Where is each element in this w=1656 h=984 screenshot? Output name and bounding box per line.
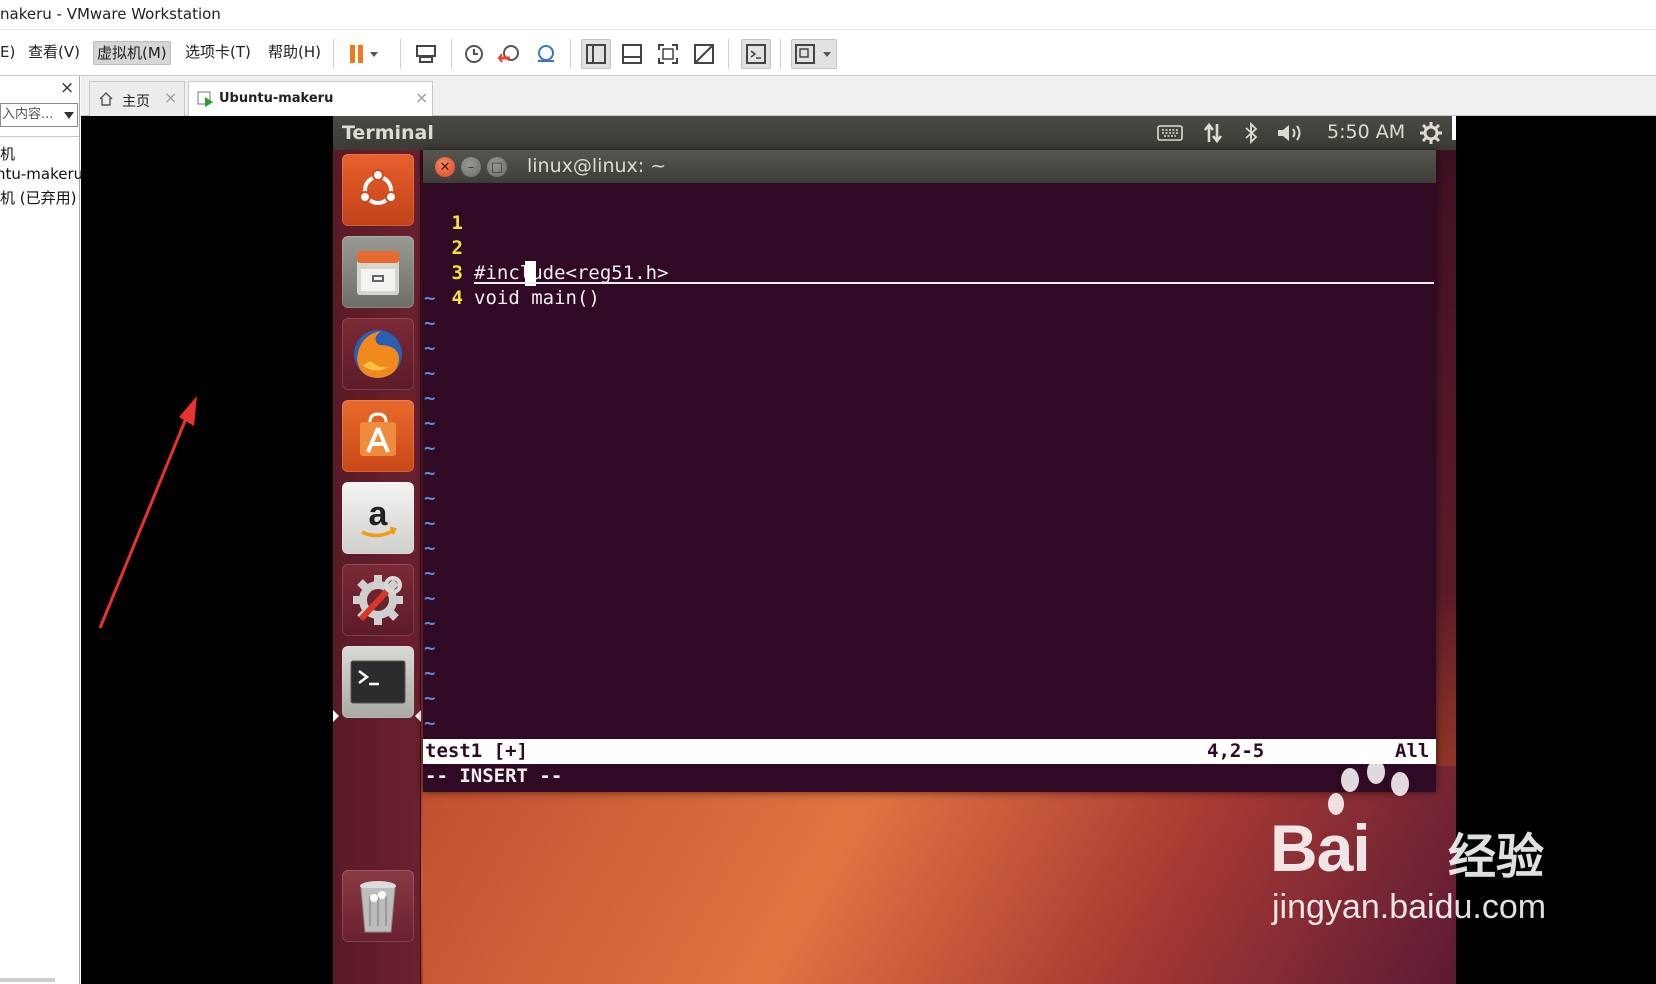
close-icon[interactable]: × bbox=[60, 78, 74, 98]
tilde-marker: ~ bbox=[424, 362, 436, 384]
tilde-marker: ~ bbox=[424, 487, 436, 509]
toolbar-separator bbox=[333, 39, 334, 69]
tab-ubuntu-label: Ubuntu-makeru bbox=[219, 91, 334, 106]
tilde-marker: ~ bbox=[424, 587, 436, 609]
bluetooth-icon[interactable] bbox=[1240, 121, 1262, 145]
tilde-marker: ~ bbox=[424, 287, 436, 309]
watermark-brand: Bai bbox=[1270, 811, 1371, 885]
show-library-icon[interactable] bbox=[581, 39, 611, 69]
tilde-marker: ~ bbox=[424, 537, 436, 559]
status-filename: test1 [+] bbox=[425, 740, 528, 762]
launcher-focused-indicator bbox=[415, 710, 421, 722]
library-item-my-computer[interactable]: 机 bbox=[0, 143, 15, 164]
menu-vm[interactable]: 虚拟机(M) bbox=[93, 41, 171, 65]
watermark-url: jingyan.baidu.com bbox=[1272, 888, 1547, 926]
pause-icon[interactable] bbox=[340, 39, 384, 69]
unity-icon[interactable] bbox=[689, 39, 719, 69]
status-cursor-position: 4,2-5 bbox=[1207, 740, 1265, 762]
minimize-window-button[interactable]: – bbox=[461, 157, 481, 177]
tilde-marker: ~ bbox=[424, 337, 436, 359]
window-titlebar: nakeru - VMware Workstation bbox=[0, 0, 1656, 30]
vm-running-icon bbox=[197, 91, 215, 113]
vim-mode-indicator: -- INSERT -- bbox=[425, 765, 563, 787]
toolbar-separator bbox=[570, 39, 571, 69]
console-edge-marker bbox=[1452, 116, 1456, 140]
maximize-window-button[interactable]: □ bbox=[487, 157, 507, 177]
toolbar-separator bbox=[780, 39, 781, 69]
menu-help[interactable]: 帮助(H) bbox=[265, 41, 324, 65]
unity-top-panel: Terminal 5:50 AM bbox=[333, 116, 1456, 150]
tilde-marker: ~ bbox=[424, 437, 436, 459]
network-icon[interactable] bbox=[1200, 121, 1226, 145]
library-panel: × 入内容... 机 ntu-makeru 机 (已弃用) bbox=[0, 76, 83, 984]
window-title: nakeru - VMware Workstation bbox=[0, 5, 221, 23]
tilde-marker: ~ bbox=[424, 562, 436, 584]
terminal-window[interactable]: ✕ – □ linux@linux: ~ 1 2 #include<reg51.… bbox=[423, 150, 1436, 792]
library-search-input[interactable]: 入内容... bbox=[0, 103, 78, 127]
chevron-down-icon[interactable] bbox=[64, 112, 74, 119]
library-search-placeholder: 入内容... bbox=[2, 107, 54, 122]
send-ctrl-alt-del-icon[interactable] bbox=[411, 39, 441, 69]
status-scroll-position: All bbox=[1395, 740, 1430, 762]
vim-statusline: test1 [+] 4,2-5 All bbox=[423, 739, 1436, 764]
baidu-watermark: Bai 经验 jingyan.baidu.com bbox=[1180, 762, 1546, 982]
terminal-titlebar[interactable]: ✕ – □ linux@linux: ~ bbox=[423, 150, 1436, 183]
tilde-marker: ~ bbox=[424, 687, 436, 709]
tilde-marker: ~ bbox=[424, 387, 436, 409]
annotation-arrow bbox=[98, 396, 197, 629]
session-gear-icon[interactable] bbox=[1418, 121, 1444, 145]
console-view-icon[interactable] bbox=[741, 39, 771, 69]
line-number: 4 bbox=[451, 287, 463, 309]
home-icon bbox=[98, 91, 114, 111]
menubar: E) 查看(V) 虚拟机(M) 选项卡(T) 帮助(H) bbox=[0, 30, 1656, 76]
toolbar-separator bbox=[451, 39, 452, 69]
keyboard-icon[interactable] bbox=[1155, 121, 1185, 145]
tilde-marker: ~ bbox=[424, 612, 436, 634]
tilde-marker: ~ bbox=[424, 662, 436, 684]
tab-ubuntu-makeru[interactable]: Ubuntu-makeru × bbox=[188, 81, 433, 117]
stretch-guest-icon[interactable] bbox=[791, 39, 837, 69]
snapshot-revert-icon[interactable] bbox=[495, 39, 525, 69]
terminal-title: linux@linux: ~ bbox=[527, 155, 667, 177]
menu-edit[interactable]: E) bbox=[0, 41, 18, 65]
library-item-ubuntu-makeru[interactable]: ntu-makeru bbox=[0, 165, 83, 183]
tab-home[interactable]: 主页 × bbox=[89, 81, 185, 116]
cursorline-underline bbox=[474, 282, 1434, 284]
tilde-marker: ~ bbox=[424, 312, 436, 334]
tilde-marker: ~ bbox=[424, 712, 436, 734]
vim-editor[interactable]: 1 2 #include<reg51.h> 3 void main() 4 ~ … bbox=[423, 183, 1436, 792]
close-window-button[interactable]: ✕ bbox=[435, 157, 455, 177]
tilde-marker: ~ bbox=[424, 637, 436, 659]
library-scrollbar[interactable] bbox=[0, 978, 55, 982]
snapshot-manager-icon[interactable] bbox=[531, 39, 561, 69]
tilde-marker: ~ bbox=[424, 512, 436, 534]
show-thumbnail-bar-icon[interactable] bbox=[617, 39, 647, 69]
snapshot-take-icon[interactable] bbox=[459, 39, 489, 69]
editor-line: 2 #include<reg51.h> bbox=[423, 211, 1436, 284]
tilde-marker: ~ bbox=[424, 462, 436, 484]
editor-line: 1 bbox=[423, 186, 1436, 234]
menu-tabs[interactable]: 选项卡(T) bbox=[182, 41, 254, 65]
tilde-marker: ~ bbox=[424, 412, 436, 434]
menu-view[interactable]: 查看(V) bbox=[25, 41, 83, 65]
library-item-deprecated[interactable]: 机 (已弃用) bbox=[0, 187, 76, 208]
tab-home-label: 主页 bbox=[122, 94, 150, 110]
library-tree: 机 ntu-makeru 机 (已弃用) bbox=[0, 136, 83, 984]
toolbar-separator bbox=[400, 39, 401, 69]
trash-icon[interactable] bbox=[342, 870, 414, 942]
watermark-brand-cn: 经验 bbox=[1448, 829, 1545, 885]
tab-close-icon[interactable]: × bbox=[415, 88, 428, 107]
editor-line: 3 void main() bbox=[423, 236, 1436, 309]
toolbar-separator bbox=[728, 39, 729, 69]
tab-close-icon[interactable]: × bbox=[164, 88, 177, 107]
volume-icon[interactable] bbox=[1275, 121, 1307, 145]
tab-strip: 主页 × Ubuntu-makeru × bbox=[81, 76, 1656, 117]
clock[interactable]: 5:50 AM bbox=[1327, 121, 1405, 143]
full-screen-icon[interactable] bbox=[653, 39, 683, 69]
